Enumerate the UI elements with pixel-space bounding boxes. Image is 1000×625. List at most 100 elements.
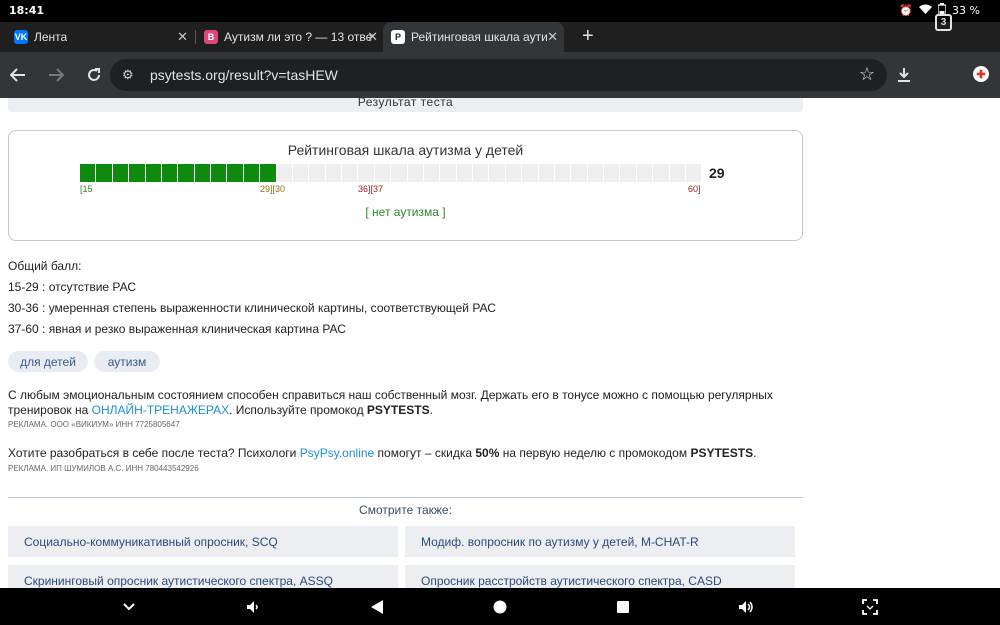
tab-autism-question[interactable]: B Аутизм ли это ? — 13 ответов ✕: [204, 22, 384, 52]
score-bar-segment: [456, 164, 472, 182]
tab-lenta[interactable]: VK Лента ✕: [14, 22, 194, 52]
score-bar-segment: [161, 164, 178, 182]
score-bar-segment: [636, 164, 653, 182]
address-bar[interactable]: ⚙ psytests.org/result?v=tasHEW ☆: [110, 59, 887, 91]
scale-card: Рейтинговая шкала аутизма у детей 29 [15…: [8, 130, 803, 241]
psytests-favicon-icon: P: [391, 30, 405, 44]
score-value: 29: [709, 165, 725, 181]
score-bar-segment: [554, 164, 571, 182]
url-text[interactable]: psytests.org/result?v=tasHEW: [150, 67, 338, 83]
score-bar-segment: [325, 164, 341, 182]
score-bar-segment: [243, 164, 260, 182]
score-bar-segment: [145, 164, 161, 182]
score-bar: [80, 164, 702, 182]
ad-disclaimer: РЕКЛАМА. ООО «ВИКИУМ» ИНН 7725805647: [8, 420, 180, 429]
wifi-icon: [919, 4, 933, 17]
related-test-link[interactable]: Опросник расстройств аутистического спек…: [405, 565, 795, 588]
promo-block-1: С любым эмоциональным состоянием способе…: [8, 388, 798, 418]
tab-switcher-button[interactable]: 3: [935, 14, 952, 31]
system-nav-bar: [0, 588, 1000, 625]
screenshot-icon[interactable]: [855, 588, 885, 625]
verdict-text: [ нет аутизма ]: [365, 205, 446, 219]
promo-code: PSYTESTS: [366, 403, 430, 417]
download-icon: [898, 68, 910, 82]
score-bar-segment: [129, 164, 145, 182]
score-bar-segment: [440, 164, 456, 182]
see-also-heading: Смотрите также:: [359, 503, 452, 517]
promo-block-2: Хотите разобраться в себе после теста? П…: [8, 446, 798, 461]
divider: [8, 497, 803, 498]
related-test-link[interactable]: Модиф. вопросник по аутизму у детей, M-C…: [405, 526, 795, 557]
tick-label: [15: [80, 184, 93, 194]
volume-down-icon[interactable]: [238, 588, 268, 625]
promo-link-trainers[interactable]: ОНЛАЙН-ТРЕНАЖЕРАХ: [92, 403, 229, 417]
tab-title: Аутизм ли это ? — 13 ответов: [224, 30, 374, 44]
related-test-link[interactable]: Скрининговый опросник аутистического спе…: [8, 565, 398, 588]
score-bar-segment: [604, 164, 620, 182]
tab-rating-scale[interactable]: P Рейтинговая шкала аутизма ✕: [383, 22, 564, 52]
promo-link-psypsy[interactable]: PsyPsy.online: [300, 446, 374, 460]
score-bar-segment: [309, 164, 325, 182]
score-bar-segment: [96, 164, 112, 182]
promo-text: . Используйте промокод: [229, 403, 367, 417]
score-bar-segment: [505, 164, 522, 182]
tab-strip: VK Лента ✕ B Аутизм ли это ? — 13 ответо…: [0, 22, 1000, 52]
score-bar-segment: [522, 164, 538, 182]
extension-icon[interactable]: ✚: [973, 66, 989, 82]
recents-nav-icon[interactable]: [608, 588, 638, 625]
score-bar-segment: [391, 164, 407, 182]
download-button[interactable]: [886, 52, 922, 98]
tick-label: 60]: [688, 184, 701, 194]
home-nav-icon[interactable]: [485, 588, 515, 625]
score-bar-segment: [374, 164, 391, 182]
promo-text: помогут – скидка: [374, 446, 476, 460]
b-favicon-icon: B: [204, 30, 218, 44]
score-bar-segment: [685, 164, 702, 182]
browser-toolbar: ⚙ psytests.org/result?v=tasHEW ☆: [0, 52, 1000, 98]
tick-label: 36][37: [358, 184, 384, 194]
reload-icon: [88, 68, 100, 81]
site-settings-icon[interactable]: ⚙: [122, 67, 134, 83]
score-bar-segment: [587, 164, 603, 182]
tab-close-icon[interactable]: ✕: [177, 29, 188, 45]
promo-text: .: [429, 403, 433, 417]
score-bar-segment: [194, 164, 210, 182]
score-bar-segment: [571, 164, 587, 182]
score-bar-segment: [227, 164, 243, 182]
tab-close-icon[interactable]: ✕: [547, 29, 558, 45]
score-bar-segment: [112, 164, 129, 182]
score-bar-segment: [260, 164, 276, 182]
score-bar-segment: [473, 164, 489, 182]
new-tab-button[interactable]: +: [582, 26, 594, 46]
status-bar: 18:41 ⏰ 33 %: [0, 0, 1000, 22]
tick-label: 29][30: [260, 184, 286, 194]
forward-arrow-icon: [49, 68, 64, 82]
chevron-down-icon[interactable]: [114, 588, 144, 625]
promo-discount: 50%: [475, 446, 500, 460]
promo-text: на первую неделю с промокодом: [499, 446, 691, 460]
score-bar-segment: [178, 164, 194, 182]
back-button[interactable]: [0, 52, 36, 98]
scale-title: Рейтинговая шкала аутизма у детей: [287, 142, 524, 158]
interpretation-line: 37-60 : явная и резко выраженная клиниче…: [8, 322, 346, 336]
status-time: 18:41: [9, 4, 45, 17]
tab-close-icon[interactable]: ✕: [367, 29, 378, 45]
score-bar-segment: [80, 164, 96, 182]
forward-button[interactable]: [38, 52, 74, 98]
result-header: Результат теста: [8, 98, 803, 112]
promo-text: Хотите разобраться в себе после теста? П…: [8, 446, 300, 460]
back-nav-icon[interactable]: [362, 588, 392, 625]
tag-autism[interactable]: аутизм: [94, 351, 160, 372]
back-arrow-icon: [10, 68, 25, 82]
bookmark-star-icon[interactable]: ☆: [859, 64, 875, 85]
tag-for-children[interactable]: для детей: [8, 351, 88, 372]
interpretation-line: 30-36 : умеренная степень выраженности к…: [8, 301, 496, 315]
reload-button[interactable]: [76, 52, 112, 98]
ad-disclaimer: РЕКЛАМА. ИП ШУМИЛОВ А.С. ИНН 78044354292…: [8, 464, 199, 473]
battery-level: 33 %: [952, 4, 980, 17]
related-test-link[interactable]: Социально-коммуникативный опросник, SCQ: [8, 526, 398, 557]
volume-up-icon[interactable]: [731, 588, 761, 625]
score-bar-segment: [489, 164, 505, 182]
promo-code: PSYTESTS: [690, 446, 754, 460]
score-bar-segment: [211, 164, 227, 182]
